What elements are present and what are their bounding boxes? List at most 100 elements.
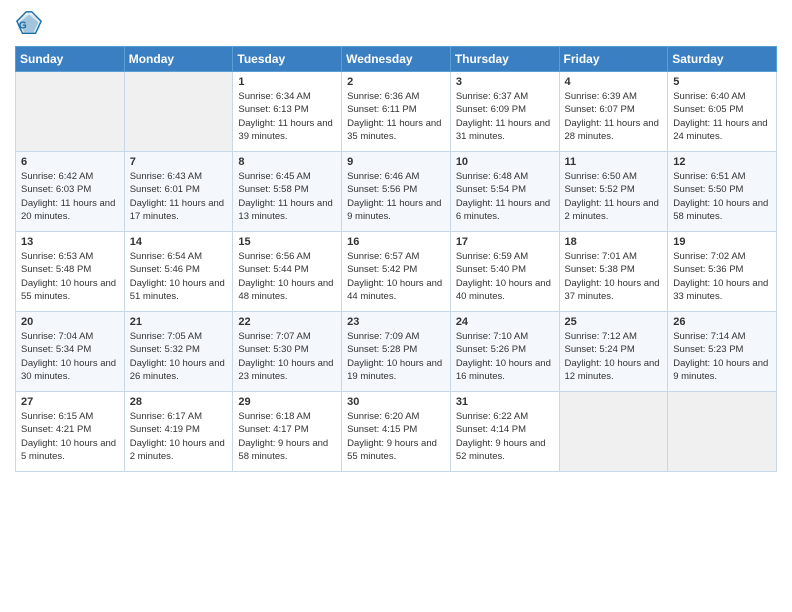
calendar-header-row: SundayMondayTuesdayWednesdayThursdayFrid… bbox=[16, 47, 777, 72]
page: G SundayMondayTuesdayWednesdayThursdayFr… bbox=[0, 0, 792, 612]
svg-text:G: G bbox=[19, 21, 27, 32]
day-info: Sunrise: 6:43 AMSunset: 6:01 PMDaylight:… bbox=[130, 170, 228, 223]
day-info: Sunrise: 6:54 AMSunset: 5:46 PMDaylight:… bbox=[130, 250, 228, 303]
sunrise-text: Sunrise: 6:48 AM bbox=[456, 171, 528, 182]
sunrise-text: Sunrise: 7:01 AM bbox=[565, 251, 637, 262]
calendar-weekday-sunday: Sunday bbox=[16, 47, 125, 72]
sunset-text: Sunset: 5:28 PM bbox=[347, 344, 417, 355]
sunrise-text: Sunrise: 6:22 AM bbox=[456, 411, 528, 422]
day-number: 21 bbox=[130, 316, 228, 328]
sunrise-text: Sunrise: 7:12 AM bbox=[565, 331, 637, 342]
daylight-text: Daylight: 11 hours and 2 minutes. bbox=[565, 198, 659, 222]
daylight-text: Daylight: 10 hours and 30 minutes. bbox=[21, 358, 116, 382]
sunset-text: Sunset: 5:32 PM bbox=[130, 344, 200, 355]
sunset-text: Sunset: 4:14 PM bbox=[456, 424, 526, 435]
calendar-cell: 30 Sunrise: 6:20 AMSunset: 4:15 PMDayligh… bbox=[342, 392, 451, 472]
day-info: Sunrise: 7:07 AMSunset: 5:30 PMDaylight:… bbox=[238, 330, 336, 383]
day-number: 26 bbox=[673, 316, 771, 328]
day-number: 16 bbox=[347, 236, 445, 248]
sunrise-text: Sunrise: 6:17 AM bbox=[130, 411, 202, 422]
day-info: Sunrise: 6:36 AM Sunset: 6:11 PM Daylight:… bbox=[347, 90, 445, 143]
day-number: 15 bbox=[238, 236, 336, 248]
sunset-text: Sunset: 4:17 PM bbox=[238, 424, 308, 435]
calendar-cell: 12 Sunrise: 6:51 AMSunset: 5:50 PMDayligh… bbox=[668, 152, 777, 232]
daylight-text: Daylight: 9 hours and 52 minutes. bbox=[456, 438, 546, 462]
sunset-text: Sunset: 5:44 PM bbox=[238, 264, 308, 275]
day-number: 6 bbox=[21, 156, 119, 168]
day-info: Sunrise: 6:51 AMSunset: 5:50 PMDaylight:… bbox=[673, 170, 771, 223]
calendar-weekday-friday: Friday bbox=[559, 47, 668, 72]
daylight-text: Daylight: 10 hours and 16 minutes. bbox=[456, 358, 551, 382]
sunset-text: Sunset: 4:19 PM bbox=[130, 424, 200, 435]
day-number: 9 bbox=[347, 156, 445, 168]
sunset-text: Sunset: 5:56 PM bbox=[347, 184, 417, 195]
calendar-cell bbox=[124, 72, 233, 152]
daylight-text: Daylight: 10 hours and 5 minutes. bbox=[21, 438, 116, 462]
daylight-text: Daylight: 11 hours and 9 minutes. bbox=[347, 198, 441, 222]
sunrise-text: Sunrise: 6:36 AM bbox=[347, 91, 419, 102]
calendar-cell: 29Sunrise: 6:18 AMSunset: 4:17 PMDayligh… bbox=[233, 392, 342, 472]
calendar-cell: 27Sunrise: 6:15 AMSunset: 4:21 PMDayligh… bbox=[16, 392, 125, 472]
calendar-week-row: 13Sunrise: 6:53 AMSunset: 5:48 PMDayligh… bbox=[16, 232, 777, 312]
sunrise-text: Sunrise: 6:53 AM bbox=[21, 251, 93, 262]
calendar-cell: 20Sunrise: 7:04 AMSunset: 5:34 PMDayligh… bbox=[16, 312, 125, 392]
sunset-text: Sunset: 6:07 PM bbox=[565, 104, 635, 115]
calendar-cell: 25Sunrise: 7:12 AMSunset: 5:24 PMDayligh… bbox=[559, 312, 668, 392]
calendar-weekday-monday: Monday bbox=[124, 47, 233, 72]
sunrise-text: Sunrise: 7:09 AM bbox=[347, 331, 419, 342]
day-info: Sunrise: 7:12 AMSunset: 5:24 PMDaylight:… bbox=[565, 330, 663, 383]
sunrise-text: Sunrise: 6:45 AM bbox=[238, 171, 310, 182]
sunset-text: Sunset: 4:15 PM bbox=[347, 424, 417, 435]
calendar-cell: 26Sunrise: 7:14 AMSunset: 5:23 PMDayligh… bbox=[668, 312, 777, 392]
daylight-text: Daylight: 11 hours and 35 minutes. bbox=[347, 118, 441, 142]
day-number: 23 bbox=[347, 316, 445, 328]
calendar-weekday-saturday: Saturday bbox=[668, 47, 777, 72]
day-info: Sunrise: 6:50 AM Sunset: 5:52 PM Daylight:… bbox=[565, 170, 663, 223]
sunset-text: Sunset: 6:01 PM bbox=[130, 184, 200, 195]
calendar-week-row: 20Sunrise: 7:04 AMSunset: 5:34 PMDayligh… bbox=[16, 312, 777, 392]
calendar-cell: 3Sunrise: 6:37 AMSunset: 6:09 PMDaylight… bbox=[450, 72, 559, 152]
calendar-week-row: 6Sunrise: 6:42 AMSunset: 6:03 PMDaylight… bbox=[16, 152, 777, 232]
day-info: Sunrise: 6:20 AMSunset: 4:15 PMDaylight:… bbox=[347, 410, 445, 463]
sunset-text: Sunset: 5:48 PM bbox=[21, 264, 91, 275]
daylight-text: Daylight: 10 hours and 9 minutes. bbox=[673, 358, 768, 382]
calendar-table: SundayMondayTuesdayWednesdayThursdayFrid… bbox=[15, 46, 777, 472]
calendar-cell: 16Sunrise: 6:57 AMSunset: 5:42 PMDayligh… bbox=[342, 232, 451, 312]
calendar-cell: 22Sunrise: 7:07 AMSunset: 5:30 PMDayligh… bbox=[233, 312, 342, 392]
day-number: 14 bbox=[130, 236, 228, 248]
logo-icon: G bbox=[15, 10, 43, 38]
day-number: 12 bbox=[673, 156, 771, 168]
day-info: Sunrise: 6:34 AMSunset: 6:13 PMDaylight:… bbox=[238, 90, 336, 143]
day-info: Sunrise: 6:46 AMSunset: 5:56 PMDaylight:… bbox=[347, 170, 445, 223]
calendar-cell bbox=[668, 392, 777, 472]
sunrise-text: Sunrise: 6:18 AM bbox=[238, 411, 310, 422]
day-number: 10 bbox=[456, 156, 554, 168]
calendar-cell: 4Sunrise: 6:39 AMSunset: 6:07 PMDaylight… bbox=[559, 72, 668, 152]
sunset-text: Sunset: 6:13 PM bbox=[238, 104, 308, 115]
daylight-text: Daylight: 10 hours and 12 minutes. bbox=[565, 358, 660, 382]
sunrise-text: Sunrise: 6:50 AM bbox=[565, 171, 637, 182]
day-number: 28 bbox=[130, 396, 228, 408]
day-info: Sunrise: 7:02 AMSunset: 5:36 PMDaylight:… bbox=[673, 250, 771, 303]
sunset-text: Sunset: 5:58 PM bbox=[238, 184, 308, 195]
calendar-cell: 9 Sunrise: 6:46 AMSunset: 5:56 PMDaylight… bbox=[342, 152, 451, 232]
calendar-cell: 17Sunrise: 6:59 AMSunset: 5:40 PMDayligh… bbox=[450, 232, 559, 312]
day-number: 31 bbox=[456, 396, 554, 408]
calendar-cell: 13Sunrise: 6:53 AMSunset: 5:48 PMDayligh… bbox=[16, 232, 125, 312]
daylight-text: Daylight: 10 hours and 37 minutes. bbox=[565, 278, 660, 302]
day-number: 24 bbox=[456, 316, 554, 328]
sunrise-text: Sunrise: 7:02 AM bbox=[673, 251, 745, 262]
sunset-text: Sunset: 5:42 PM bbox=[347, 264, 417, 275]
sunrise-text: Sunrise: 6:37 AM bbox=[456, 91, 528, 102]
sunset-text: Sunset: 5:52 PM bbox=[565, 184, 635, 195]
day-number: 18 bbox=[565, 236, 663, 248]
day-info: Sunrise: 6:53 AMSunset: 5:48 PMDaylight:… bbox=[21, 250, 119, 303]
sunset-text: Sunset: 6:11 PM bbox=[347, 104, 417, 115]
day-number: 30 bbox=[347, 396, 445, 408]
daylight-text: Daylight: 10 hours and 51 minutes. bbox=[130, 278, 225, 302]
sunrise-text: Sunrise: 7:10 AM bbox=[456, 331, 528, 342]
day-info: Sunrise: 6:40 AMSunset: 6:05 PMDaylight:… bbox=[673, 90, 771, 143]
daylight-text: Daylight: 10 hours and 23 minutes. bbox=[238, 358, 333, 382]
calendar-cell: 6Sunrise: 6:42 AMSunset: 6:03 PMDaylight… bbox=[16, 152, 125, 232]
sunrise-text: Sunrise: 6:39 AM bbox=[565, 91, 637, 102]
